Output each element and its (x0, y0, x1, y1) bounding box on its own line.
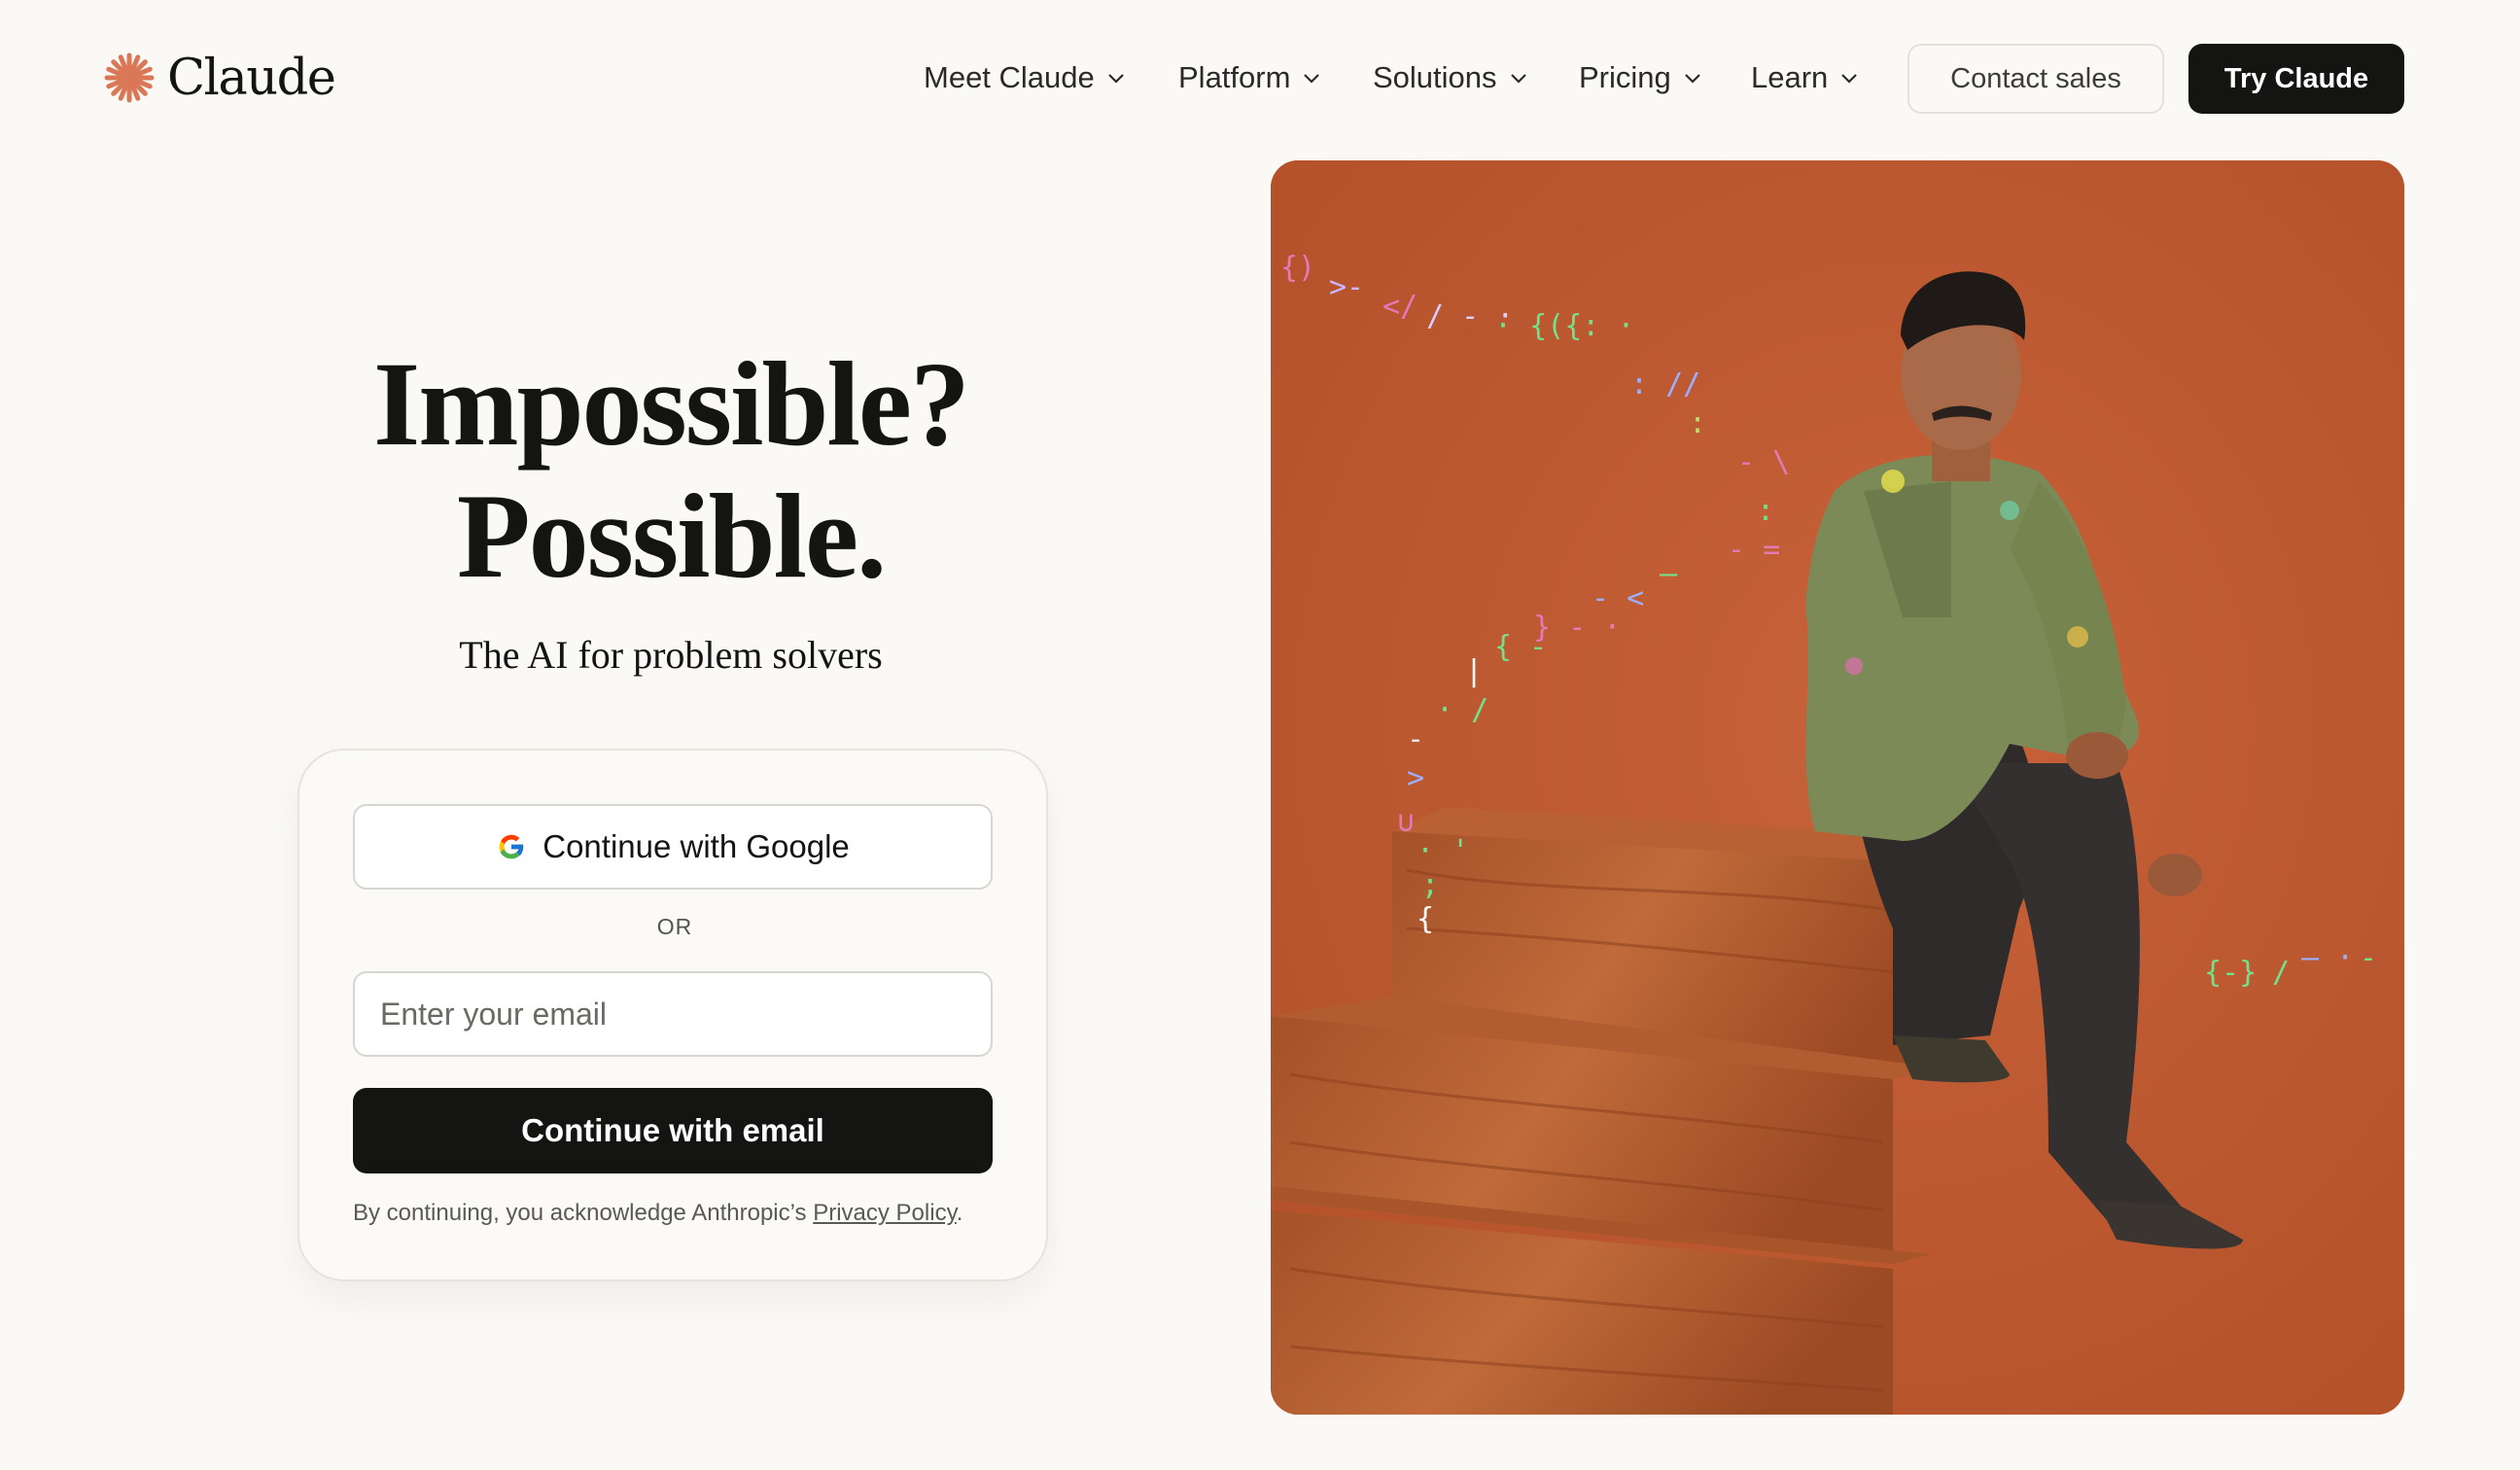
svg-text:{-}: {-} (2204, 956, 2257, 990)
or-divider: OR (656, 914, 693, 939)
svg-text:</: </ (1382, 290, 1418, 324)
continue-with-email-button[interactable]: Continue with email (353, 1088, 993, 1173)
svg-text:- =: - = (1728, 533, 1780, 567)
svg-text:{: { (1417, 902, 1434, 936)
chevron-down-icon (1108, 74, 1124, 84)
svg-text:- \: - \ (1737, 445, 1790, 479)
svg-text:>: > (1407, 761, 1424, 795)
nav-item-learn[interactable]: Learn (1751, 43, 1859, 113)
privacy-disclaimer: By continuing, you acknowledge Anthropic… (353, 1200, 1033, 1227)
svg-text:: //: : // (1630, 368, 1700, 402)
signin-card: Continue with Google OR Continue with em… (298, 749, 1048, 1281)
chevron-down-icon (1304, 74, 1320, 84)
chevron-down-icon (1841, 74, 1858, 84)
hero-title-line-2: Possible. (456, 470, 887, 603)
nav-item-solutions[interactable]: Solutions (1373, 43, 1528, 113)
email-input[interactable] (353, 971, 993, 1057)
svg-text::: : (1689, 406, 1706, 440)
svg-text:— ·: — · (2301, 941, 2354, 975)
contact-sales-button[interactable]: Contact sales (1908, 44, 2164, 114)
svg-text:|: | (1465, 654, 1483, 688)
svg-text::: : (1757, 494, 1774, 528)
svg-text:-: - (2360, 941, 2377, 975)
svg-text:· {({: ·: · {({: · (1494, 309, 1635, 343)
svg-text:;: ; (1421, 868, 1439, 902)
hero-title-line-1: Impossible? (373, 337, 970, 471)
nav-item-label: Meet Claude (924, 60, 1095, 94)
svg-text:-: - (1407, 722, 1424, 756)
nav-item-pricing[interactable]: Pricing (1579, 43, 1702, 113)
svg-text:—: — (1660, 557, 1678, 591)
google-g-icon (499, 834, 525, 859)
chevron-down-icon (1684, 74, 1700, 84)
nav-item-platform[interactable]: Platform (1178, 43, 1321, 113)
try-claude-button[interactable]: Try Claude (2188, 44, 2404, 114)
hero-title: Impossible? Possible. (282, 338, 1060, 603)
svg-text:{): {) (1280, 251, 1315, 285)
nav-item-label: Platform (1178, 60, 1291, 94)
chevron-down-icon (1510, 74, 1526, 84)
disclaimer-suffix: . (956, 1200, 963, 1226)
svg-text:∪: ∪ (1397, 805, 1415, 839)
site-header: Claude Meet Claude Platform Solutions Pr… (0, 0, 2520, 156)
nav-item-label: Learn (1751, 60, 1829, 94)
svg-text:· /: · / (1436, 693, 1488, 727)
google-button-label: Continue with Google (542, 828, 850, 864)
continue-with-google-button[interactable]: Continue with Google (353, 804, 993, 890)
disclaimer-text: By continuing, you acknowledge Anthropic… (353, 1200, 814, 1226)
svg-text:{ -: { - (1494, 630, 1547, 664)
svg-text:>-: >- (1329, 270, 1364, 304)
nav-item-meet-claude[interactable]: Meet Claude (924, 43, 1126, 113)
nav-item-label: Pricing (1579, 60, 1671, 94)
hero-subtitle: The AI for problem solvers (459, 633, 883, 677)
privacy-policy-link[interactable]: Privacy Policy (813, 1200, 957, 1226)
nav-item-label: Solutions (1373, 60, 1497, 94)
svg-text:· ': · ' (1417, 834, 1469, 868)
hero-photo: {) >- </ / - · · {({: · : // : - \ : - =… (1271, 160, 2404, 1415)
person-seated-on-wooden-steps-photo: {) >- </ / - · · {({: · : // : - \ : - =… (1271, 160, 2404, 1415)
svg-text:/: / (2272, 956, 2290, 990)
